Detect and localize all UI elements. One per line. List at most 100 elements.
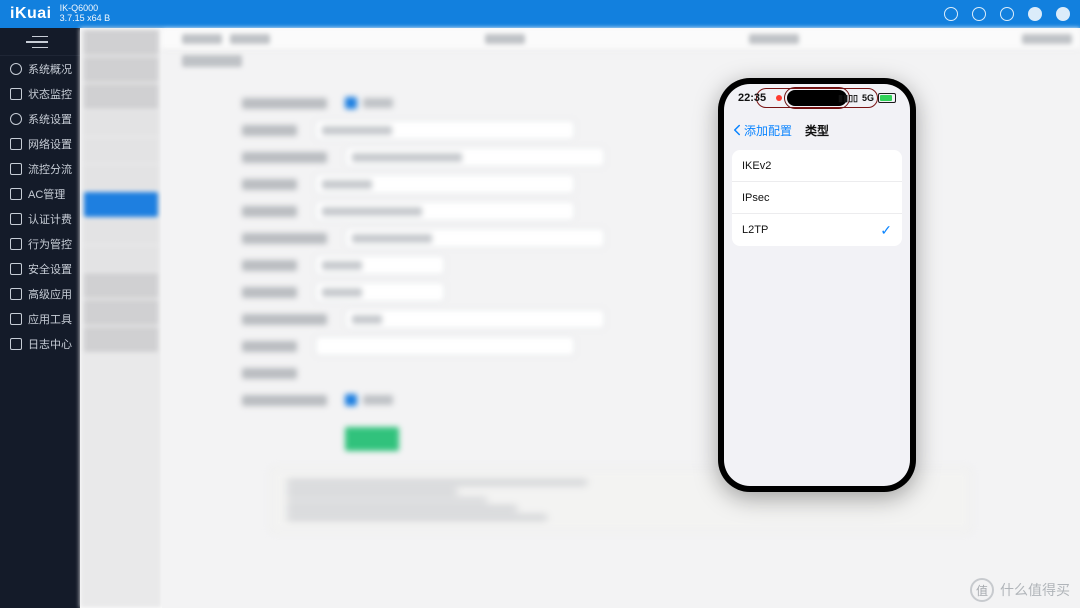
vpn-type-list: IKEv2 IPsec L2TP ✓: [732, 150, 902, 246]
breadcrumb-chip: [182, 34, 222, 44]
vpn-type-option-l2tp[interactable]: L2TP ✓: [732, 214, 902, 246]
subnav-item[interactable]: [84, 111, 158, 136]
ac-icon: [10, 188, 22, 200]
subnav-item[interactable]: [84, 273, 158, 298]
nav-behavior-control[interactable]: 行为管控: [0, 231, 80, 256]
phone-back-button[interactable]: 添加配置: [732, 122, 792, 139]
form-label: [242, 395, 327, 406]
option-label: L2TP: [742, 224, 768, 236]
nav-system-settings[interactable]: 系统设置: [0, 106, 80, 131]
nav-app-tools[interactable]: 应用工具: [0, 306, 80, 331]
phone-nav-bar: 添加配置 类型: [724, 116, 910, 144]
checkmark-icon: ✓: [880, 222, 892, 239]
breadcrumb-chip: [230, 34, 270, 44]
nav-advanced-apps[interactable]: 高级应用: [0, 281, 80, 306]
top-bar: iKuai IK-Q6000 3.7.15 x64 B: [0, 0, 1080, 28]
topbar-icon-5[interactable]: [1056, 7, 1070, 21]
recording-indicator-icon: [776, 95, 782, 101]
battery-icon: [878, 93, 896, 103]
sidebar-collapse-button[interactable]: [0, 28, 80, 56]
option-label: IKEv2: [742, 160, 771, 172]
nav-status-monitor[interactable]: 状态监控: [0, 81, 80, 106]
subnav-item[interactable]: [84, 246, 158, 271]
enable-checkbox[interactable]: [345, 97, 357, 109]
form-input[interactable]: [315, 201, 575, 221]
vpn-type-option-ipsec[interactable]: IPsec: [732, 182, 902, 214]
subnav-item[interactable]: [84, 219, 158, 244]
main-content: [162, 28, 1080, 608]
watermark-text: 什么值得买: [1000, 580, 1070, 600]
phone-screen: 22:35 ▮▮▯▯ 5G 添加配置 类型 IKEv2 IPsec L2TP: [724, 84, 910, 486]
subnav-item[interactable]: [84, 327, 158, 352]
subnav-item[interactable]: [84, 30, 158, 55]
nav-ac-management[interactable]: AC管理: [0, 181, 80, 206]
breadcrumb-chip: [749, 34, 799, 44]
tab-chip: [182, 55, 242, 67]
chevron-left-icon: [732, 124, 742, 136]
form-label: [242, 179, 297, 190]
secondary-checkbox[interactable]: [345, 394, 357, 406]
subnav-item[interactable]: [84, 84, 158, 109]
hamburger-icon: [32, 36, 48, 48]
form-input[interactable]: [345, 309, 605, 329]
subnav-item-active[interactable]: [84, 192, 158, 217]
gear-icon: [10, 113, 22, 125]
nav-security-settings[interactable]: 安全设置: [0, 256, 80, 281]
nav-system-overview[interactable]: 系统概况: [0, 56, 80, 81]
breadcrumb-chip: [485, 34, 525, 44]
form-label: [242, 287, 297, 298]
form-input[interactable]: [315, 336, 575, 356]
form-label: [242, 125, 297, 136]
topbar-icon-1[interactable]: [944, 7, 958, 21]
save-button[interactable]: [345, 427, 399, 451]
topbar-icon-2[interactable]: [972, 7, 986, 21]
top-action-icons: [944, 7, 1070, 21]
form-label: [242, 260, 297, 271]
subnav-item[interactable]: [84, 165, 158, 190]
dashboard-icon: [10, 63, 22, 75]
form-label: [242, 152, 327, 163]
phone-status-bar: 22:35 ▮▮▯▯ 5G: [724, 84, 910, 112]
checkbox-label: [363, 395, 393, 405]
traffic-icon: [10, 163, 22, 175]
model-info: IK-Q6000 3.7.15 x64 B: [60, 4, 111, 24]
nav-network-settings[interactable]: 网络设置: [0, 131, 80, 156]
subnav-item[interactable]: [84, 138, 158, 163]
sub-sidebar: [80, 28, 162, 608]
nav-log-center[interactable]: 日志中心: [0, 331, 80, 356]
subnav-item[interactable]: [84, 57, 158, 82]
nav-auth-billing[interactable]: 认证计费: [0, 206, 80, 231]
form-input[interactable]: [315, 120, 575, 140]
shield-icon: [10, 263, 22, 275]
form-input[interactable]: [345, 147, 605, 167]
monitor-icon: [10, 88, 22, 100]
form-label: [242, 233, 327, 244]
signal-bars-icon: ▮▮▯▯: [838, 93, 858, 104]
nav-traffic-control[interactable]: 流控分流: [0, 156, 80, 181]
form-label: [242, 341, 297, 352]
form-input[interactable]: [345, 228, 605, 248]
form-input[interactable]: [315, 255, 445, 275]
sub-tab-bar: [162, 50, 1080, 72]
vpn-type-option-ikev2[interactable]: IKEv2: [732, 150, 902, 182]
behavior-icon: [10, 238, 22, 250]
subnav-item[interactable]: [84, 300, 158, 325]
settings-form: [162, 72, 1080, 551]
apps-icon: [10, 288, 22, 300]
main-sidebar: 系统概况 状态监控 系统设置 网络设置 流控分流 AC管理 认证计费 行为管控 …: [0, 28, 80, 608]
breadcrumb-bar: [162, 28, 1080, 50]
checkbox-label: [363, 98, 393, 108]
option-label: IPsec: [742, 192, 770, 204]
network-icon: [10, 138, 22, 150]
log-icon: [10, 338, 22, 350]
status-time: 22:35: [738, 92, 766, 104]
network-label: 5G: [862, 93, 874, 103]
form-input[interactable]: [315, 174, 575, 194]
topbar-icon-3[interactable]: [1000, 7, 1014, 21]
form-label: [242, 368, 297, 379]
form-label: [242, 314, 327, 325]
back-label: 添加配置: [744, 122, 792, 139]
form-input[interactable]: [315, 282, 445, 302]
firmware-version: 3.7.15 x64 B: [60, 14, 111, 24]
topbar-icon-4[interactable]: [1028, 7, 1042, 21]
